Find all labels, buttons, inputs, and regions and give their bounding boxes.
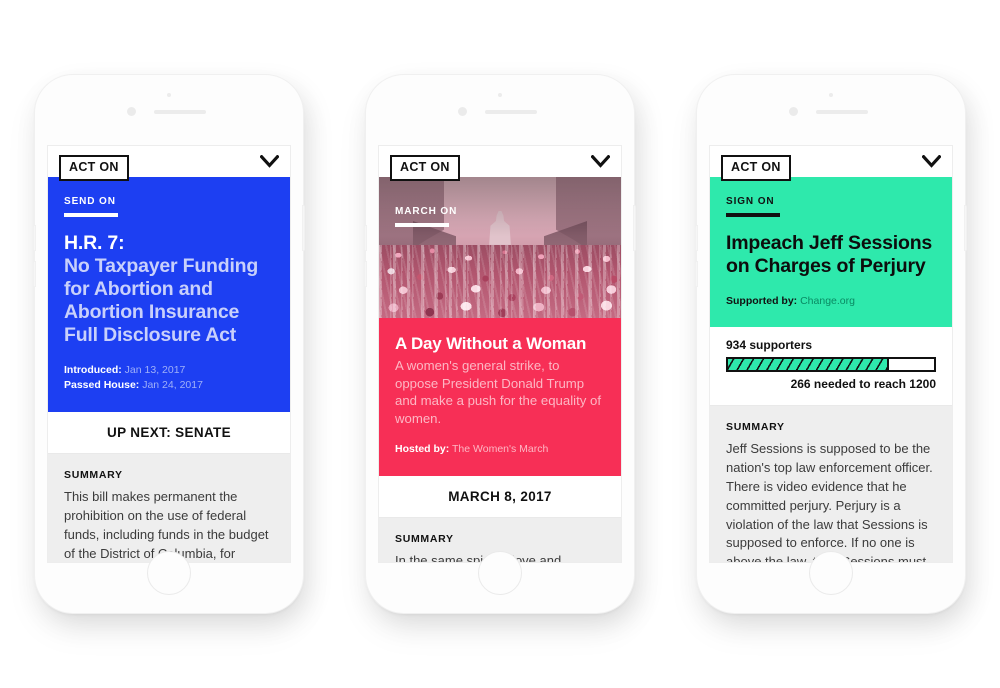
meta-value: Change.org (800, 294, 855, 307)
petition-meta: Supported by: Change.org (726, 294, 936, 310)
supporters-needed: 266 needed to reach 1200 (790, 377, 936, 392)
summary-section: SUMMARY This bill makes permanent the pr… (48, 454, 290, 562)
phone-top-bezel (366, 75, 634, 145)
phone-top-bezel (697, 75, 965, 145)
summary-text: Jeff Sessions is supposed to be the nati… (726, 441, 933, 562)
home-button[interactable] (478, 551, 522, 595)
bill-number: H.R. 7: (64, 231, 125, 254)
summary-label: SUMMARY (726, 421, 785, 434)
chevron-down-icon[interactable] (922, 155, 941, 168)
home-button[interactable] (147, 551, 191, 595)
hero-kicker-group: MARCH ON (395, 207, 457, 227)
app-bar: ACT ON (48, 146, 290, 181)
phone-device-march: ACT ON MARCH ON A Day Without a Woman A … (364, 75, 636, 613)
summary-label: SUMMARY (395, 533, 454, 546)
kicker-underline (726, 213, 780, 217)
volume-up-button[interactable] (695, 225, 698, 251)
hero-kicker: MARCH ON (395, 206, 458, 217)
earpiece-speaker (485, 110, 537, 114)
earpiece-speaker (816, 110, 868, 114)
front-sensor-icon (167, 93, 171, 97)
front-camera-icon (127, 107, 136, 116)
phone-top-bezel (35, 75, 303, 145)
chevron-down-icon[interactable] (260, 155, 279, 168)
phone-mockup-row: ACT ON SEND ON H.R. 7: No Taxpayer Fundin… (0, 0, 1000, 688)
act-on-badge[interactable]: ACT ON (721, 155, 791, 181)
volume-down-button[interactable] (695, 261, 698, 287)
march-meta: Hosted by: The Women's March (395, 442, 605, 458)
photo-overlay (379, 177, 621, 318)
meta-key: Introduced: (64, 363, 122, 376)
supporter-count: 934 supporters (726, 338, 813, 353)
act-on-badge[interactable]: ACT ON (390, 155, 460, 181)
phone-screen-petition: ACT ON SIGN ON Impeach Jeff Sessions on … (709, 145, 953, 563)
app-bar: ACT ON (710, 146, 952, 181)
meta-value: Jan 24, 2017 (142, 379, 203, 392)
volume-down-button[interactable] (364, 261, 367, 287)
act-on-badge[interactable]: ACT ON (59, 155, 129, 181)
supporter-meter: 934 supporters 266 needed to reach 1200 (710, 327, 952, 407)
front-camera-icon (458, 107, 467, 116)
front-sensor-icon (829, 93, 833, 97)
front-camera-icon (789, 107, 798, 116)
meta-value: The Women's March (452, 443, 549, 456)
volume-down-button[interactable] (33, 261, 36, 287)
volume-up-button[interactable] (33, 225, 36, 251)
march-detail-block: A Day Without a Woman A women's general … (379, 318, 621, 477)
power-button[interactable] (302, 205, 305, 251)
meta-key: Hosted by: (395, 443, 450, 456)
power-button[interactable] (633, 205, 636, 251)
bill-meta: Introduced: Jan 13, 2017 Passed House: J… (64, 363, 274, 395)
summary-label: SUMMARY (64, 469, 123, 481)
hero-bill: SEND ON H.R. 7: No Taxpayer Funding for A… (48, 177, 290, 412)
hero-kicker: SEND ON (64, 196, 116, 207)
status-strip: UP NEXT: SENATE (48, 412, 290, 454)
hero-petition: SIGN ON Impeach Jeff Sessions on Charges… (710, 177, 952, 328)
power-button[interactable] (964, 205, 967, 251)
kicker-underline (64, 213, 118, 217)
phone-screen-bill: ACT ON SEND ON H.R. 7: No Taxpayer Fundin… (47, 145, 291, 563)
bill-title: No Taxpayer Funding for Abortion and Abo… (64, 254, 259, 346)
summary-section: SUMMARY Jeff Sessions is supposed to be … (710, 406, 952, 562)
progress-bar-fill (728, 359, 889, 371)
chevron-down-icon[interactable] (591, 155, 610, 168)
hero-kicker: SIGN ON (726, 196, 775, 207)
progress-bar (726, 357, 936, 373)
earpiece-speaker (154, 110, 206, 114)
phone-device-bill: ACT ON SEND ON H.R. 7: No Taxpayer Fundin… (33, 75, 305, 613)
phone-screen-march: ACT ON MARCH ON A Day Without a Woman A … (378, 145, 622, 563)
meta-value: Jan 13, 2017 (124, 363, 186, 376)
bill-headline: H.R. 7: No Taxpayer Funding for Abortion … (64, 232, 274, 347)
meta-key: Passed House: (64, 379, 140, 392)
home-button[interactable] (809, 551, 853, 595)
phone-device-petition: ACT ON SIGN ON Impeach Jeff Sessions on … (695, 75, 967, 613)
petition-headline: Impeach Jeff Sessions on Charges of Perj… (726, 231, 933, 277)
march-hero-photo: MARCH ON (379, 177, 621, 318)
march-body: A women's general strike, to oppose Pres… (395, 357, 602, 427)
meta-key: Supported by: (726, 294, 798, 307)
meta-row: Introduced: Jan 13, 2017 (64, 363, 274, 379)
kicker-underline (395, 223, 449, 227)
status-strip: MARCH 8, 2017 (379, 476, 621, 519)
march-headline: A Day Without a Woman (395, 334, 587, 353)
front-sensor-icon (498, 93, 502, 97)
volume-up-button[interactable] (364, 225, 367, 251)
app-bar: ACT ON (379, 146, 621, 181)
meta-row: Passed House: Jan 24, 2017 (64, 378, 274, 394)
